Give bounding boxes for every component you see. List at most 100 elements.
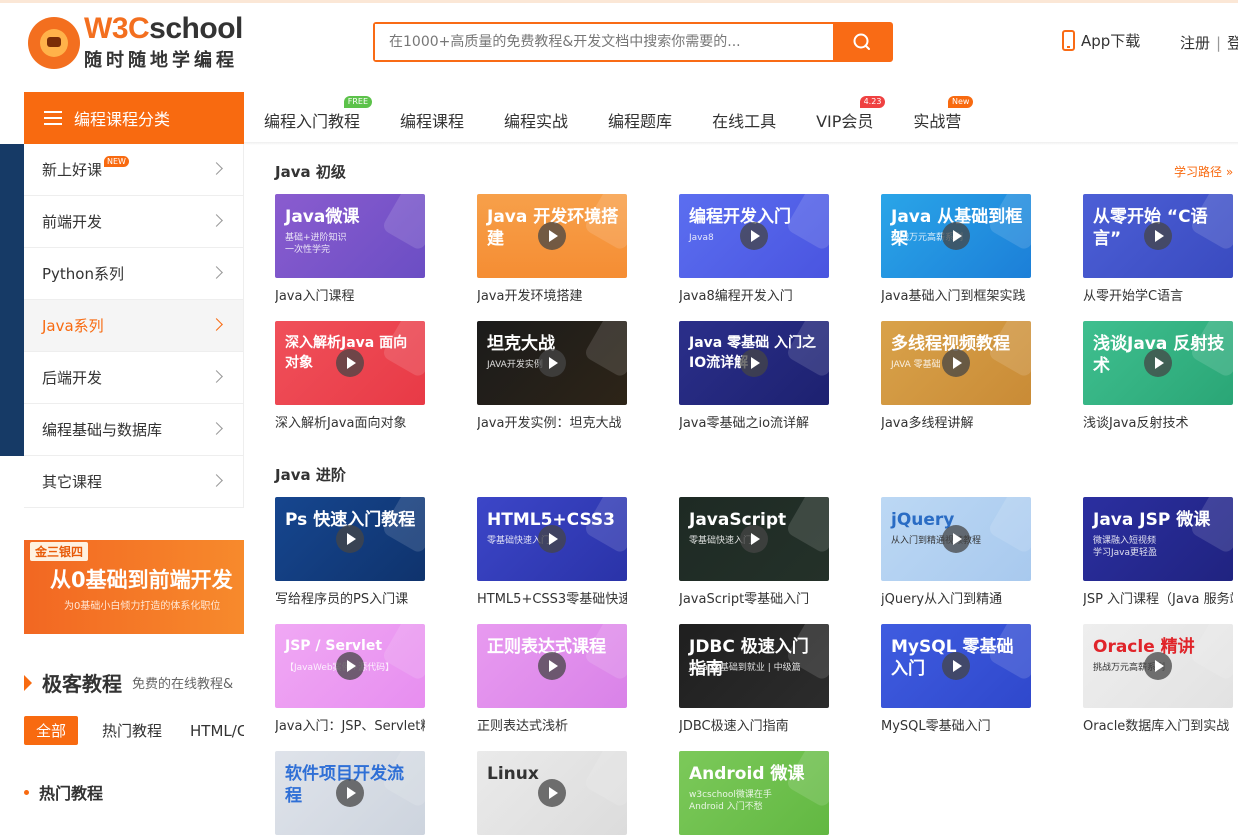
course-title[interactable]: 浅谈Java反射技术 bbox=[1083, 412, 1233, 431]
nav-item-4[interactable]: 在线工具 bbox=[712, 108, 776, 132]
course-thumbnail[interactable]: Java 从基础到框架 挑战万元高薪系列 bbox=[881, 194, 1031, 278]
learning-path-link[interactable]: 学习路径 » bbox=[1174, 163, 1233, 180]
nav-item-0[interactable]: 编程入门教程 FREE bbox=[264, 96, 373, 132]
tab-hot[interactable]: 热门教程 bbox=[102, 720, 162, 741]
sidebar-item-2[interactable]: Python系列 bbox=[24, 248, 243, 300]
course-title[interactable]: 正则表达式浅析 bbox=[477, 715, 627, 734]
play-icon[interactable] bbox=[740, 525, 768, 553]
sidebar-item-3[interactable]: Java系列 bbox=[24, 300, 243, 352]
tab-all[interactable]: 全部 bbox=[24, 716, 79, 745]
sidebar-item-6[interactable]: 其它课程 bbox=[24, 456, 243, 508]
course-thumbnail[interactable]: Linux bbox=[477, 751, 627, 835]
sidebar-item-4[interactable]: 后端开发 bbox=[24, 352, 243, 404]
play-icon[interactable] bbox=[1144, 222, 1172, 250]
play-icon[interactable] bbox=[336, 652, 364, 680]
app-download-link[interactable]: App下载 bbox=[1062, 30, 1140, 51]
course-thumbnail[interactable]: 正则表达式课程 bbox=[477, 624, 627, 708]
course-thumbnail[interactable]: Java JSP 微课 微课融入短视频 学习Java更轻盈 bbox=[1083, 497, 1233, 581]
course-thumbnail[interactable]: 从零开始 “C语言” bbox=[1083, 194, 1233, 278]
course-card[interactable]: Java 开发环境搭建 Java开发环境搭建 bbox=[477, 194, 627, 304]
nav-item-1[interactable]: 编程课程 bbox=[400, 108, 464, 132]
course-thumbnail[interactable]: Android 微课 w3cschool微课在手 Android 入门不愁 bbox=[679, 751, 829, 835]
course-title[interactable]: Java多线程讲解 bbox=[881, 412, 1031, 431]
promo-banner[interactable]: 金三银四 从0基础到前端开发 为0基础小白倾力打造的体系化职位 bbox=[24, 540, 244, 634]
play-icon[interactable] bbox=[538, 652, 566, 680]
course-title[interactable]: JSP 入门课程（Java 服务端开发） bbox=[1083, 588, 1233, 607]
course-card[interactable]: Oracle 精讲 挑战万元高薪系列 Oracle数据库入门到实战 bbox=[1083, 624, 1233, 734]
course-title[interactable]: Java8编程开发入门 bbox=[679, 285, 829, 304]
course-title[interactable]: 从零开始学C语言 bbox=[1083, 285, 1233, 304]
course-title[interactable]: Java基础入门到框架实践 bbox=[881, 285, 1031, 304]
course-thumbnail[interactable]: 浅谈Java 反射技术 bbox=[1083, 321, 1233, 405]
course-title[interactable]: Oracle数据库入门到实战 bbox=[1083, 715, 1233, 734]
course-title[interactable]: Java开发实例：坦克大战 bbox=[477, 412, 627, 431]
course-title[interactable]: HTML5+CSS3零基础快速入门 bbox=[477, 588, 627, 607]
course-title[interactable]: MySQL零基础入门 bbox=[881, 715, 1031, 734]
course-thumbnail[interactable]: 多线程视频教程 JAVA 零基础 bbox=[881, 321, 1031, 405]
play-icon[interactable] bbox=[336, 349, 364, 377]
course-card[interactable]: 编程开发入门 Java8 Java8编程开发入门 bbox=[679, 194, 829, 304]
course-title[interactable]: JavaScript零基础入门 bbox=[679, 588, 829, 607]
course-thumbnail[interactable]: 编程开发入门 Java8 bbox=[679, 194, 829, 278]
course-title[interactable]: Java零基础之io流详解 bbox=[679, 412, 829, 431]
course-thumbnail[interactable]: jQuery 从入门到精通视频教程 bbox=[881, 497, 1031, 581]
play-icon[interactable] bbox=[336, 525, 364, 553]
course-thumbnail[interactable]: MySQL 零基础入门 bbox=[881, 624, 1031, 708]
play-icon[interactable] bbox=[538, 349, 566, 377]
course-thumbnail[interactable]: 软件项目开发流程 bbox=[275, 751, 425, 835]
play-icon[interactable] bbox=[942, 222, 970, 250]
sidebar-item-1[interactable]: 前端开发 bbox=[24, 196, 243, 248]
search-input[interactable] bbox=[375, 24, 833, 60]
course-card[interactable]: Java JSP 微课 微课融入短视频 学习Java更轻盈 JSP 入门课程（Jav… bbox=[1083, 497, 1233, 607]
course-thumbnail[interactable]: JDBC 极速入门指南 Java 零基础到就业 | 中级篇 bbox=[679, 624, 829, 708]
course-title[interactable]: JDBC极速入门指南 bbox=[679, 715, 829, 734]
course-card[interactable]: 从零开始 “C语言” 从零开始学C语言 bbox=[1083, 194, 1233, 304]
course-card[interactable]: Java微课 基础+进阶知识 一次性学完 Java入门课程 bbox=[275, 194, 425, 304]
tab-html[interactable]: HTML/C bbox=[190, 722, 244, 740]
course-card[interactable]: JDBC 极速入门指南 Java 零基础到就业 | 中级篇 JDBC极速入门指南 bbox=[679, 624, 829, 734]
course-card[interactable]: JavaScript 零基础快速入门 JavaScript零基础入门 bbox=[679, 497, 829, 607]
course-thumbnail[interactable]: Java 开发环境搭建 bbox=[477, 194, 627, 278]
course-card[interactable]: Ps 快速入门教程 写给程序员的PS入门课 bbox=[275, 497, 425, 607]
course-title[interactable]: jQuery从入门到精通 bbox=[881, 588, 1031, 607]
course-thumbnail[interactable]: Oracle 精讲 挑战万元高薪系列 bbox=[1083, 624, 1233, 708]
play-icon[interactable] bbox=[538, 222, 566, 250]
login-link[interactable]: 登 bbox=[1227, 34, 1238, 52]
play-icon[interactable] bbox=[1144, 349, 1172, 377]
search-button[interactable] bbox=[833, 24, 891, 60]
course-thumbnail[interactable]: 坦克大战 JAVA开发实例 bbox=[477, 321, 627, 405]
course-card[interactable]: 软件项目开发流程 bbox=[275, 751, 425, 835]
course-card[interactable]: HTML5+CSS3零基础快速入门 HTML5+CSS3零基础快速入门 bbox=[477, 497, 627, 607]
course-thumbnail[interactable]: 深入解析Java 面向对象 bbox=[275, 321, 425, 405]
course-card[interactable]: JSP / Servlet【JavaWeb案例+源代码】 Java入门：JSP、S… bbox=[275, 624, 425, 734]
course-thumbnail[interactable]: JavaScript 零基础快速入门 bbox=[679, 497, 829, 581]
nav-item-3[interactable]: 编程题库 bbox=[608, 108, 672, 132]
course-card[interactable]: 深入解析Java 面向对象深入解析Java面向对象 bbox=[275, 321, 425, 431]
course-card[interactable]: MySQL 零基础入门 MySQL零基础入门 bbox=[881, 624, 1031, 734]
nav-item-5[interactable]: VIP会员 4.23 bbox=[816, 96, 886, 132]
course-title[interactable]: 深入解析Java面向对象 bbox=[275, 412, 425, 431]
course-card[interactable]: Linux bbox=[477, 751, 627, 835]
course-card[interactable]: 坦克大战 JAVA开发实例 Java开发实例：坦克大战 bbox=[477, 321, 627, 431]
course-thumbnail[interactable]: JSP / Servlet【JavaWeb案例+源代码】 bbox=[275, 624, 425, 708]
course-title[interactable]: Java开发环境搭建 bbox=[477, 285, 627, 304]
play-icon[interactable] bbox=[740, 349, 768, 377]
play-icon[interactable] bbox=[942, 349, 970, 377]
play-icon[interactable] bbox=[538, 525, 566, 553]
course-title[interactable]: Java入门课程 bbox=[275, 285, 425, 304]
play-icon[interactable] bbox=[538, 779, 566, 807]
nav-item-6[interactable]: 实战营 New bbox=[913, 96, 974, 132]
course-card[interactable]: Android 微课 w3cschool微课在手 Android 入门不愁 bbox=[679, 751, 829, 835]
site-logo[interactable]: W3Cschool 随时随地学编程 bbox=[28, 14, 243, 72]
play-icon[interactable] bbox=[942, 652, 970, 680]
play-icon[interactable] bbox=[336, 779, 364, 807]
course-title[interactable]: 写给程序员的PS入门课 bbox=[275, 588, 425, 607]
course-card[interactable]: Java 零基础 入门之IO流详解 Java零基础之io流详解 bbox=[679, 321, 829, 431]
sidebar-item-5[interactable]: 编程基础与数据库 bbox=[24, 404, 243, 456]
play-icon[interactable] bbox=[1144, 652, 1172, 680]
course-thumbnail[interactable]: HTML5+CSS3 零基础快速入门 bbox=[477, 497, 627, 581]
play-icon[interactable] bbox=[942, 525, 970, 553]
course-card[interactable]: Java 从基础到框架 挑战万元高薪系列 Java基础入门到框架实践 bbox=[881, 194, 1031, 304]
play-icon[interactable] bbox=[740, 222, 768, 250]
course-title[interactable]: Java入门：JSP、Servlet精讲 bbox=[275, 715, 425, 734]
